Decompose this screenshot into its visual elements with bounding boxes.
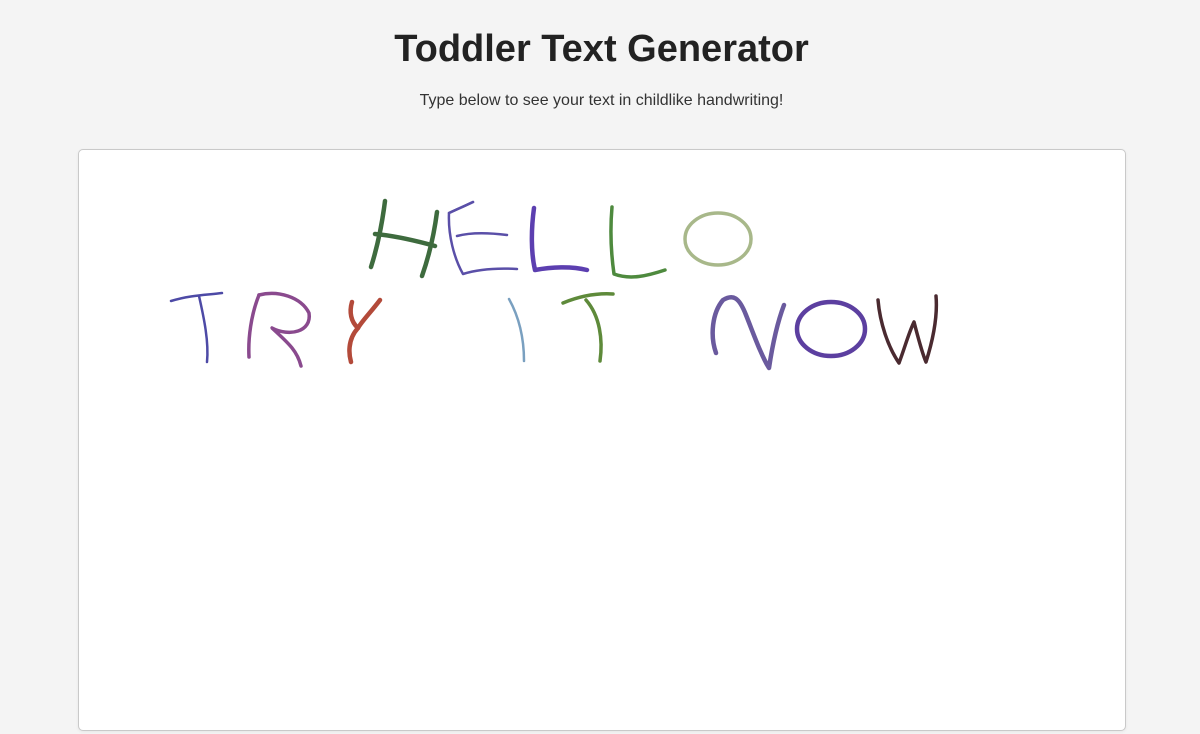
handwriting-canvas[interactable] <box>78 149 1126 731</box>
page-subtitle: Type below to see your text in childlike… <box>419 92 784 109</box>
page-title: Toddler Text Generator <box>394 28 809 70</box>
